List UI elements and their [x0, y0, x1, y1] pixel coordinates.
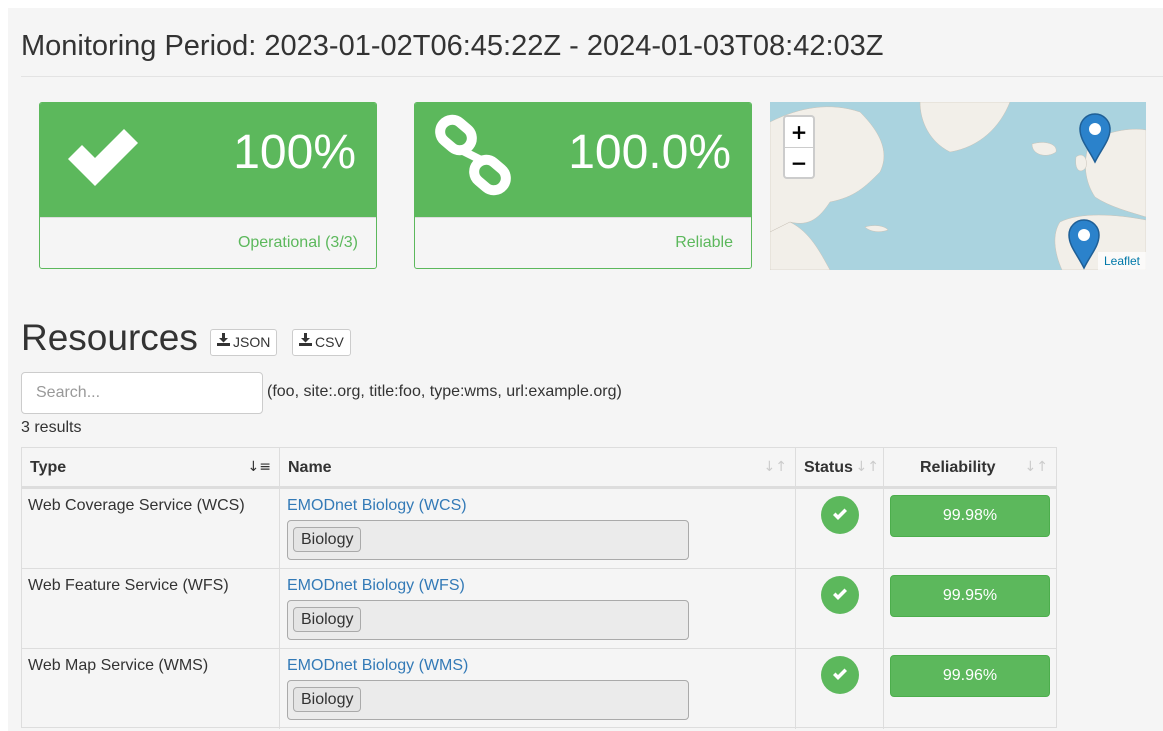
table-row: Web Coverage Service (WCS) EMODnet Biolo… — [22, 488, 1056, 569]
type-cell: Web Coverage Service (WCS) — [22, 489, 280, 569]
download-csv-label: CSV — [315, 334, 344, 350]
column-header-status[interactable]: Status ↓↑ — [796, 448, 884, 488]
resources-table: Type ↓≡ Name ↓↑ Status ↓↑ Reliability ↓↑… — [21, 447, 1057, 729]
type-cell: Web Map Service (WMS) — [22, 649, 280, 729]
reliability-label: Reliable — [675, 234, 733, 251]
reliability-percent: 100.0% — [568, 126, 731, 179]
sort-icon: ↓↑ — [763, 459, 787, 475]
name-cell: EMODnet Biology (WMS) Biology — [280, 649, 796, 729]
download-csv-button[interactable]: CSV — [292, 329, 351, 356]
name-cell: EMODnet Biology (WFS) Biology — [280, 569, 796, 649]
download-icon — [217, 329, 230, 354]
download-json-label: JSON — [233, 334, 271, 350]
status-cell — [796, 649, 884, 729]
reliability-cell: 99.95% — [884, 569, 1056, 649]
tag-list: Biology — [287, 520, 689, 560]
check-icon — [62, 117, 142, 202]
status-ok-icon — [821, 576, 859, 614]
tag-badge[interactable]: Biology — [293, 527, 362, 552]
operational-percent: 100% — [233, 126, 356, 179]
type-cell: Web Feature Service (WFS) — [22, 569, 280, 649]
column-header-reliability[interactable]: Reliability ↓↑ — [884, 448, 1056, 488]
divider — [21, 76, 1163, 77]
tag-badge[interactable]: Biology — [293, 687, 362, 712]
operational-panel-heading: 100% — [40, 103, 376, 217]
column-header-type[interactable]: Type ↓≡ — [22, 448, 280, 488]
tag-list: Biology — [287, 680, 689, 720]
reliability-panel-heading: 100.0% — [415, 103, 751, 217]
column-header-name[interactable]: Name ↓↑ — [280, 448, 796, 488]
tag-list: Biology — [287, 600, 689, 640]
resource-link[interactable]: EMODnet Biology (WMS) — [287, 657, 468, 675]
search-input[interactable] — [21, 372, 263, 414]
operational-panel: 100% Operational (3/3) — [39, 102, 377, 269]
resource-link[interactable]: EMODnet Biology (WFS) — [287, 577, 465, 595]
reliability-panel-footer: Reliable — [415, 217, 751, 268]
monitoring-period-title: Monitoring Period: 2023-01-02T06:45:22Z … — [21, 30, 884, 62]
sort-ascending-icon: ↓≡ — [247, 459, 271, 475]
operational-label: Operational (3/3) — [237, 234, 358, 251]
name-cell: EMODnet Biology (WCS) Biology — [280, 489, 796, 569]
table-row: Web Feature Service (WFS) EMODnet Biolog… — [22, 568, 1056, 649]
operational-panel-footer: Operational (3/3) — [40, 217, 376, 268]
status-cell — [796, 489, 884, 569]
map-attribution-link[interactable]: Leaflet — [1097, 252, 1146, 270]
chain-link-icon — [433, 113, 519, 204]
results-count: 3 results — [21, 419, 82, 436]
reliability-cell: 99.96% — [884, 649, 1056, 729]
page: Monitoring Period: 2023-01-02T06:45:22Z … — [8, 8, 1163, 731]
resource-link[interactable]: EMODnet Biology (WCS) — [287, 497, 467, 515]
download-icon — [299, 329, 312, 354]
reliability-badge[interactable]: 99.95% — [890, 575, 1050, 617]
resource-map[interactable]: + − Leaflet — [770, 102, 1146, 270]
status-ok-icon — [821, 496, 859, 534]
sort-icon: ↓↑ — [855, 459, 879, 475]
table-row: Web Map Service (WMS) EMODnet Biology (W… — [22, 648, 1056, 729]
reliability-cell: 99.98% — [884, 489, 1056, 569]
sort-icon: ↓↑ — [1024, 459, 1048, 475]
status-cell — [796, 569, 884, 649]
resources-title: Resources — [21, 317, 198, 358]
reliability-badge[interactable]: 99.98% — [890, 495, 1050, 537]
map-zoom-out-button[interactable]: − — [785, 147, 813, 177]
map-marker-africa[interactable] — [1067, 218, 1101, 270]
download-json-button[interactable]: JSON — [210, 329, 278, 356]
map-marker-europe[interactable] — [1078, 112, 1112, 169]
map-zoom-control: + − — [783, 115, 815, 179]
map-zoom-in-button[interactable]: + — [785, 117, 813, 147]
reliability-badge[interactable]: 99.96% — [890, 655, 1050, 697]
tag-badge[interactable]: Biology — [293, 607, 362, 632]
reliability-panel: 100.0% Reliable — [414, 102, 752, 269]
status-ok-icon — [821, 656, 859, 694]
search-hint: (foo, site:.org, title:foo, type:wms, ur… — [267, 383, 622, 400]
